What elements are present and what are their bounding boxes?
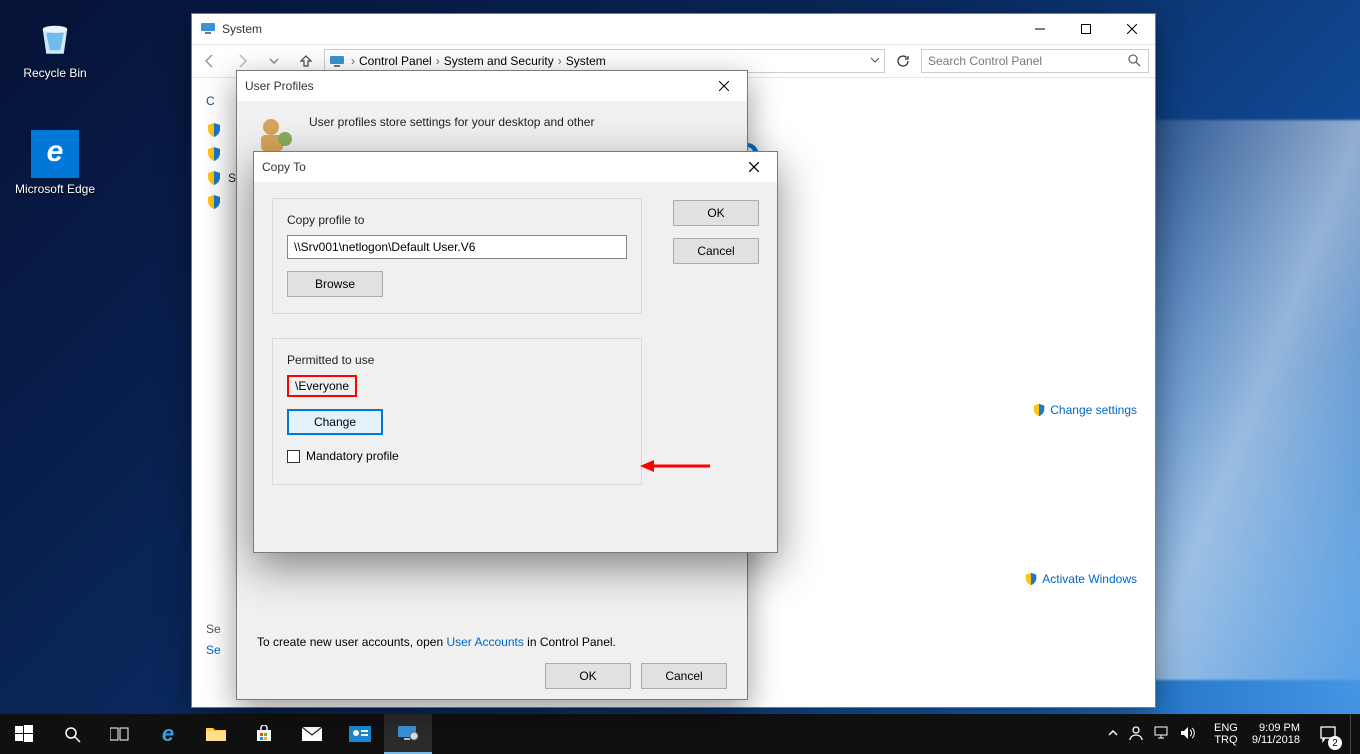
titlebar[interactable]: User Profiles bbox=[237, 71, 747, 101]
shield-icon bbox=[1024, 572, 1038, 586]
breadcrumb-item[interactable]: System and Security bbox=[444, 54, 554, 68]
breadcrumb-sep: › bbox=[347, 54, 359, 68]
close-button[interactable] bbox=[1109, 14, 1155, 44]
computer-icon bbox=[200, 20, 216, 39]
system-taskbar-button[interactable] bbox=[384, 714, 432, 754]
create-account-text: To create new user accounts, open User A… bbox=[257, 635, 727, 649]
copy-profile-label: Copy profile to bbox=[287, 213, 627, 227]
taskbar: e ENG TRQ 9:09 PM 9/11/2018 2 bbox=[0, 714, 1360, 754]
breadcrumb-item[interactable]: Control Panel bbox=[359, 54, 432, 68]
shield-icon bbox=[206, 122, 222, 138]
show-desktop-button[interactable] bbox=[1350, 714, 1356, 754]
mandatory-profile-checkbox[interactable]: Mandatory profile bbox=[287, 449, 399, 463]
dialog-title: User Profiles bbox=[245, 79, 314, 93]
maximize-button[interactable] bbox=[1063, 14, 1109, 44]
start-button[interactable] bbox=[0, 714, 48, 754]
activate-windows-link[interactable]: Activate Windows bbox=[1024, 572, 1137, 586]
close-button[interactable] bbox=[731, 152, 777, 182]
search-placeholder: Search Control Panel bbox=[928, 54, 1042, 68]
user-profile-icon bbox=[257, 115, 297, 155]
action-center-button[interactable]: 2 bbox=[1308, 714, 1348, 754]
permitted-value-highlight: \Everyone bbox=[287, 375, 357, 397]
titlebar[interactable]: Copy To bbox=[254, 152, 777, 182]
cancel-button[interactable]: Cancel bbox=[673, 238, 759, 264]
close-button[interactable] bbox=[701, 71, 747, 101]
dialog-title: Copy To bbox=[262, 160, 306, 174]
change-settings-link[interactable]: Change settings bbox=[1032, 403, 1137, 417]
refresh-button[interactable] bbox=[889, 49, 917, 73]
language-indicator[interactable]: ENG TRQ bbox=[1208, 722, 1244, 746]
shield-icon bbox=[206, 170, 222, 186]
search-button[interactable] bbox=[48, 714, 96, 754]
desktop-icon-label: Recycle Bin bbox=[10, 66, 100, 80]
network-icon[interactable] bbox=[1154, 726, 1170, 743]
copy-to-dialog: Copy To OK Cancel Copy profile to Browse… bbox=[253, 151, 778, 553]
shield-icon bbox=[1032, 403, 1046, 417]
edge-taskbar-button[interactable]: e bbox=[144, 714, 192, 754]
search-icon bbox=[1126, 52, 1142, 71]
breadcrumb-item[interactable]: System bbox=[566, 54, 606, 68]
minimize-button[interactable] bbox=[1017, 14, 1063, 44]
back-button[interactable] bbox=[196, 47, 224, 75]
profile-path-input[interactable] bbox=[287, 235, 627, 259]
file-explorer-button[interactable] bbox=[192, 714, 240, 754]
change-button[interactable]: Change bbox=[287, 409, 383, 435]
desktop-icon-edge[interactable]: e Microsoft Edge bbox=[10, 130, 100, 196]
window-title: System bbox=[222, 22, 262, 36]
intro-text: User profiles store settings for your de… bbox=[309, 115, 594, 129]
recycle-bin-icon bbox=[31, 14, 79, 62]
shield-icon bbox=[206, 194, 222, 210]
edge-icon: e bbox=[31, 130, 79, 178]
user-accounts-link[interactable]: User Accounts bbox=[446, 635, 523, 649]
contacts-button[interactable] bbox=[336, 714, 384, 754]
tray-chevron-icon[interactable] bbox=[1108, 727, 1118, 741]
volume-icon[interactable] bbox=[1180, 726, 1196, 743]
copy-profile-group: Copy profile to Browse bbox=[272, 198, 642, 314]
browse-button[interactable]: Browse bbox=[287, 271, 383, 297]
shield-icon bbox=[206, 146, 222, 162]
permitted-group: Permitted to use \Everyone Change Mandat… bbox=[272, 338, 642, 485]
breadcrumb-sep: › bbox=[432, 54, 444, 68]
ok-button[interactable]: OK bbox=[545, 663, 631, 689]
permitted-label: Permitted to use bbox=[287, 353, 627, 367]
search-input[interactable]: Search Control Panel bbox=[921, 49, 1149, 73]
desktop-icon-label: Microsoft Edge bbox=[10, 182, 100, 196]
permitted-value: \Everyone bbox=[295, 379, 349, 393]
titlebar[interactable]: System bbox=[192, 14, 1155, 44]
notification-badge: 2 bbox=[1328, 736, 1342, 750]
checkbox-icon bbox=[287, 450, 300, 463]
annotation-arrow bbox=[640, 457, 710, 480]
people-icon[interactable] bbox=[1128, 725, 1144, 744]
mail-button[interactable] bbox=[288, 714, 336, 754]
clock[interactable]: 9:09 PM 9/11/2018 bbox=[1246, 722, 1306, 746]
computer-icon bbox=[329, 53, 345, 69]
ok-button[interactable]: OK bbox=[673, 200, 759, 226]
breadcrumb-sep: › bbox=[554, 54, 566, 68]
store-button[interactable] bbox=[240, 714, 288, 754]
task-view-button[interactable] bbox=[96, 714, 144, 754]
cancel-button[interactable]: Cancel bbox=[641, 663, 727, 689]
system-tray[interactable] bbox=[1098, 725, 1206, 744]
desktop-icon-recycle-bin[interactable]: Recycle Bin bbox=[10, 14, 100, 80]
chevron-down-icon[interactable] bbox=[870, 54, 880, 68]
